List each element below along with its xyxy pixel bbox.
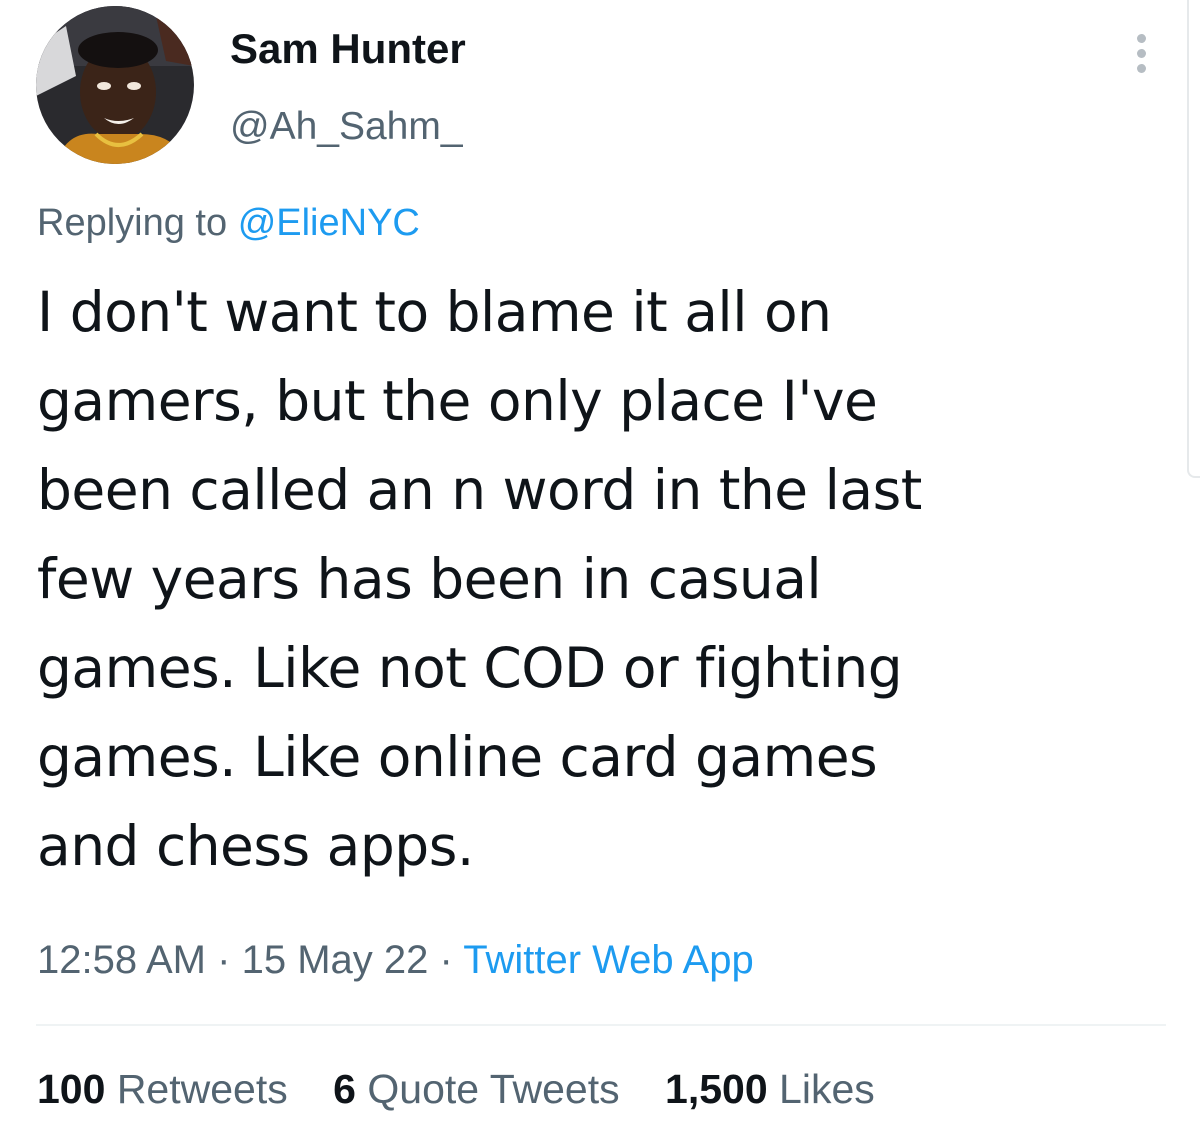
likes-stat[interactable]: 1,500 Likes <box>665 1066 875 1112</box>
engagement-stats: 100 Retweets 6 Quote Tweets 1,500 Likes <box>37 1064 909 1114</box>
quote-tweets-count: 6 <box>333 1066 356 1112</box>
tweet-time[interactable]: 12:58 AM <box>37 938 206 982</box>
author-name[interactable]: Sam Hunter <box>230 24 466 74</box>
tweet-text-line: games. Like not COD or fighting <box>37 636 903 700</box>
divider <box>36 1024 1166 1026</box>
reply-prefix: Replying to <box>37 202 228 244</box>
tweet-date[interactable]: 15 May 22 <box>242 938 429 982</box>
tweet-text-line: been called an n word in the last <box>37 458 922 522</box>
avatar[interactable] <box>36 6 194 164</box>
tweet-text-line: games. Like online card games <box>37 725 878 789</box>
profile-photo-icon <box>36 6 194 164</box>
retweets-label: Retweets <box>116 1066 288 1112</box>
tweet-detail: Sam Hunter @Ah_Sahm_ Replying to @ElieNY… <box>0 0 1200 1146</box>
likes-count: 1,500 <box>665 1066 768 1112</box>
reply-mention-link[interactable]: @ElieNYC <box>238 202 420 244</box>
meta-separator: · <box>439 938 453 982</box>
likes-label: Likes <box>779 1066 875 1112</box>
author-handle[interactable]: @Ah_Sahm_ <box>230 104 463 150</box>
retweets-count: 100 <box>37 1066 106 1112</box>
tweet-text: I don't want to blame it all on gamers, … <box>37 268 1137 891</box>
reply-context: Replying to @ElieNYC <box>37 200 420 246</box>
tweet-text-line: I don't want to blame it all on <box>37 280 832 344</box>
tweet-text-line: few years has been in casual <box>37 547 822 611</box>
scrollbar-track[interactable] <box>1187 0 1200 478</box>
more-options-button[interactable] <box>1122 22 1162 78</box>
quote-tweets-stat[interactable]: 6 Quote Tweets <box>333 1066 619 1112</box>
tweet-source-link[interactable]: Twitter Web App <box>463 938 754 982</box>
tweet-text-line: gamers, but the only place I've <box>37 369 878 433</box>
quote-tweets-label: Quote Tweets <box>367 1066 620 1112</box>
meta-separator: · <box>217 938 231 982</box>
tweet-metadata: 12:58 AM · 15 May 22 · Twitter Web App <box>37 936 754 984</box>
retweets-stat[interactable]: 100 Retweets <box>37 1066 288 1112</box>
tweet-text-line: and chess apps. <box>37 814 474 878</box>
